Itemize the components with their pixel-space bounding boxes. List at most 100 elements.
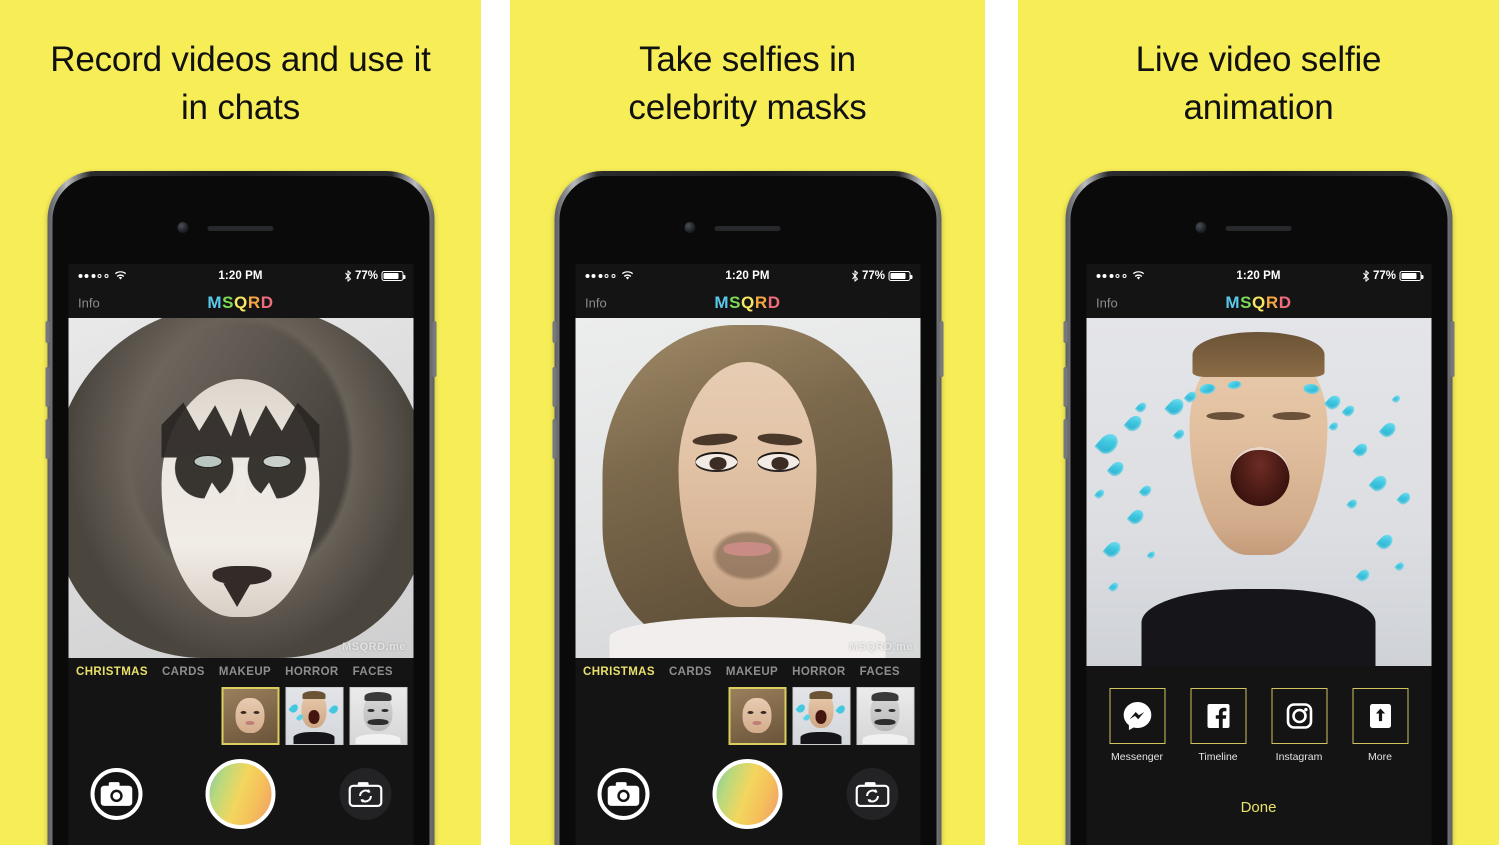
headline-line-1: Live video selfie (1135, 40, 1382, 79)
flip-camera-icon (348, 782, 382, 807)
iphone-device-1: 1:20 PM 77% Info MSQRD MSQRD.me CHRISTMA… (45, 171, 436, 845)
phone-front-face: 1:20 PM 77% Info MSQRD (559, 176, 936, 845)
instagram-button[interactable] (1271, 688, 1327, 744)
share-sheet: Messenger Timeline Instagram More Done (1086, 666, 1431, 816)
volume-down-button[interactable] (1063, 419, 1067, 459)
logo-letter-s: S (1240, 293, 1253, 312)
promo-panel-3: Live video selfie animation 1:20 PM 77% … (1018, 0, 1499, 845)
info-button[interactable]: Info (78, 296, 100, 311)
volume-up-button[interactable] (1063, 367, 1067, 407)
app-store-screenshot-board: Record videos and use it in chats 1:20 P… (0, 0, 1499, 845)
facebook-icon (1207, 704, 1229, 728)
iphone-device-3: 1:20 PM 77% Info MSQRD Messenger Timelin… (1063, 171, 1454, 845)
msqrd-logo: MSQRD (207, 293, 273, 313)
category-tab-faces[interactable]: FACES (860, 666, 900, 678)
logo-letter-q: Q (1252, 293, 1266, 312)
front-camera-icon (1195, 222, 1207, 233)
share-label-timeline: Timeline (1198, 751, 1238, 763)
mask-thumb-crying-man[interactable] (792, 687, 850, 745)
earpiece-speaker (207, 226, 274, 231)
done-button[interactable]: Done (1102, 799, 1415, 816)
category-tab-makeup[interactable]: MAKEUP (219, 666, 271, 678)
msqrd-logo: MSQRD (714, 293, 780, 313)
flip-camera-button[interactable] (846, 768, 898, 820)
mute-switch[interactable] (1063, 321, 1067, 343)
status-time: 1:20 PM (725, 270, 770, 282)
messenger-icon (1123, 702, 1151, 731)
panel-1-headline: Record videos and use it in chats (0, 36, 481, 132)
shutter-button[interactable] (205, 759, 276, 829)
category-tab-christmas[interactable]: CHRISTMAS (76, 666, 148, 678)
battery-icon (381, 271, 405, 281)
camera-roll-button[interactable] (597, 768, 649, 820)
category-tab-cards[interactable]: CARDS (162, 666, 205, 678)
status-bar: 1:20 PM 77% (575, 264, 920, 288)
celebrity-mask-portrait (575, 318, 920, 658)
category-tab-makeup[interactable]: MAKEUP (726, 666, 778, 678)
more-button[interactable] (1352, 688, 1408, 744)
mask-thumb-mustache-man[interactable] (349, 687, 407, 745)
phone-screen-3: 1:20 PM 77% Info MSQRD Messenger Timelin… (1086, 264, 1431, 845)
messenger-button[interactable] (1109, 688, 1165, 744)
power-button[interactable] (1450, 321, 1454, 377)
msqrd-logo: MSQRD (1225, 293, 1291, 313)
mask-thumb-celebrity-woman[interactable] (221, 687, 279, 745)
panel-3-headline: Live video selfie animation (1018, 36, 1499, 132)
camera-preview-2[interactable]: MSQRD.me (575, 318, 920, 658)
share-option-instagram[interactable]: Instagram (1264, 688, 1334, 763)
headline-line-1: Record videos and use it (50, 40, 431, 79)
info-button[interactable]: Info (1096, 296, 1118, 311)
logo-letter-s: S (729, 293, 742, 312)
logo-letter-q: Q (234, 293, 248, 312)
logo-letter-r: R (754, 293, 768, 312)
promo-panel-2: Take selfies in celebrity masks 1:20 PM … (510, 0, 985, 845)
mask-category-tabs-1: CHRISTMAS CARDS MAKEUP HORROR FACES (68, 658, 413, 682)
panel-divider-1 (481, 0, 510, 845)
share-option-messenger[interactable]: Messenger (1102, 688, 1172, 763)
share-more-icon (1369, 704, 1391, 728)
mute-switch[interactable] (552, 321, 556, 343)
mask-thumb-mustache-man[interactable] (856, 687, 914, 745)
power-button[interactable] (432, 321, 436, 377)
mask-thumbnail-strip-1 (68, 682, 413, 745)
share-option-timeline[interactable]: Timeline (1183, 688, 1253, 763)
app-nav-bar: Info MSQRD (1086, 288, 1431, 318)
mask-thumb-celebrity-woman[interactable] (728, 687, 786, 745)
facebook-button[interactable] (1190, 688, 1246, 744)
status-bar: 1:20 PM 77% (1086, 264, 1431, 288)
share-option-more[interactable]: More (1345, 688, 1415, 763)
category-tab-faces[interactable]: FACES (353, 666, 393, 678)
category-tab-horror[interactable]: HORROR (285, 666, 339, 678)
category-tab-cards[interactable]: CARDS (669, 666, 712, 678)
shutter-button[interactable] (712, 759, 783, 829)
flip-camera-button[interactable] (339, 768, 391, 820)
power-button[interactable] (939, 321, 943, 377)
msqrd-watermark: MSQRD.me (849, 641, 913, 653)
share-label-instagram: Instagram (1275, 751, 1323, 763)
volume-down-button[interactable] (552, 419, 556, 459)
camera-preview-1[interactable]: MSQRD.me (68, 318, 413, 658)
iphone-device-2: 1:20 PM 77% Info MSQRD MSQRD.me CHRISTMA… (552, 171, 943, 845)
camera-roll-button[interactable] (90, 768, 142, 820)
info-button[interactable]: Info (585, 296, 607, 311)
volume-down-button[interactable] (45, 419, 49, 459)
front-camera-icon (177, 222, 189, 233)
volume-up-button[interactable] (552, 367, 556, 407)
headline-line-2: animation (1183, 88, 1334, 127)
mask-thumb-crying-man[interactable] (285, 687, 343, 745)
battery-icon (1399, 271, 1423, 281)
camera-icon (100, 782, 132, 806)
mask-category-tabs-2: CHRISTMAS CARDS MAKEUP HORROR FACES (575, 658, 920, 682)
logo-letter-q: Q (741, 293, 755, 312)
category-tab-horror[interactable]: HORROR (792, 666, 846, 678)
headline-line-2: in chats (180, 88, 301, 127)
status-bar: 1:20 PM 77% (68, 264, 413, 288)
phone-screen-2: 1:20 PM 77% Info MSQRD MSQRD.me CHRISTMA… (575, 264, 920, 845)
flip-camera-icon (855, 782, 889, 807)
volume-up-button[interactable] (45, 367, 49, 407)
camera-preview-3[interactable] (1086, 318, 1431, 666)
category-tab-christmas[interactable]: CHRISTMAS (583, 666, 655, 678)
mute-switch[interactable] (45, 321, 49, 343)
camera-icon (607, 782, 639, 806)
logo-letter-r: R (1265, 293, 1279, 312)
